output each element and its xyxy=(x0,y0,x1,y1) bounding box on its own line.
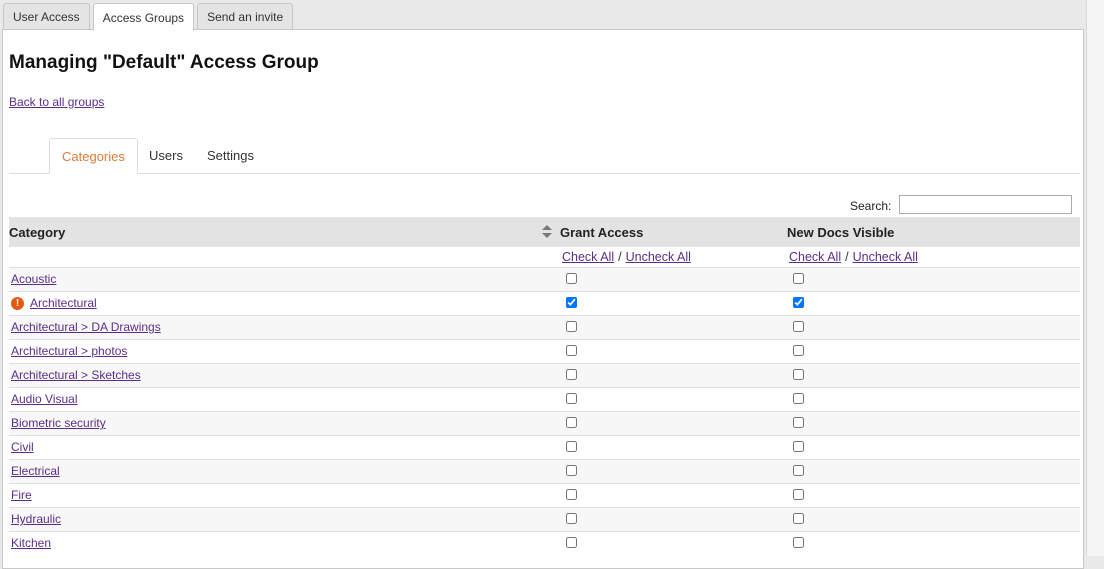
new-docs-visible-checkbox[interactable] xyxy=(793,393,804,404)
new-docs-visible-checkbox[interactable] xyxy=(793,537,804,548)
category-cell: Hydraulic xyxy=(11,512,61,526)
visible-check-all-link[interactable]: Check All xyxy=(789,250,841,264)
new-docs-visible-checkbox[interactable] xyxy=(793,489,804,500)
table-row: Electrical xyxy=(9,459,1080,483)
category-link[interactable]: Kitchen xyxy=(11,536,51,550)
grant-access-checkbox[interactable] xyxy=(566,369,577,380)
tab-users[interactable]: Users xyxy=(137,138,195,172)
table-row: Architectural > Sketches xyxy=(9,363,1080,387)
category-link[interactable]: Hydraulic xyxy=(11,512,61,526)
new-docs-visible-checkbox[interactable] xyxy=(793,345,804,356)
category-cell: Architectural > photos xyxy=(11,344,127,358)
category-table-body: Acoustic! Architectural Architectural > DA… xyxy=(9,267,1080,555)
link-separator: / xyxy=(845,250,849,264)
table-row: Architectural > DA Drawings xyxy=(9,315,1080,339)
grant-access-checkbox[interactable] xyxy=(566,393,577,404)
category-cell: Kitchen xyxy=(11,536,51,550)
category-link[interactable]: Biometric security xyxy=(11,416,106,430)
table-row: Hydraulic xyxy=(9,507,1080,531)
category-cell: Audio Visual xyxy=(11,392,78,406)
column-header-new-docs-visible: New Docs Visible xyxy=(787,225,895,240)
column-header-grant-access: Grant Access xyxy=(560,225,644,240)
inner-tab-bar: Categories Users Settings xyxy=(9,138,1080,174)
new-docs-visible-checkbox[interactable] xyxy=(793,273,804,284)
visible-uncheck-all-link[interactable]: Uncheck All xyxy=(853,250,918,264)
grant-uncheck-all-link[interactable]: Uncheck All xyxy=(626,250,691,264)
table-row: Audio Visual xyxy=(9,387,1080,411)
new-docs-visible-checkbox[interactable] xyxy=(793,465,804,476)
new-docs-visible-checkbox[interactable] xyxy=(793,417,804,428)
category-cell: Architectural > Sketches xyxy=(11,368,141,382)
new-docs-check-links: Check All / Uncheck All xyxy=(789,250,918,264)
sort-icon[interactable] xyxy=(542,225,552,239)
tab-settings[interactable]: Settings xyxy=(195,138,266,172)
category-cell: Fire xyxy=(11,488,32,502)
grant-access-check-links: Check All / Uncheck All xyxy=(562,250,691,264)
grant-access-checkbox[interactable] xyxy=(566,297,577,308)
page-title: Managing "Default" Access Group xyxy=(9,52,319,73)
table-row: Kitchen xyxy=(9,531,1080,555)
category-link[interactable]: Acoustic xyxy=(11,272,56,286)
grant-access-checkbox[interactable] xyxy=(566,345,577,356)
tab-access-groups[interactable]: Access Groups xyxy=(92,3,195,31)
new-docs-visible-checkbox[interactable] xyxy=(793,297,804,308)
warning-icon: ! xyxy=(11,296,24,310)
tab-categories[interactable]: Categories xyxy=(49,138,138,174)
category-link[interactable]: Architectural xyxy=(30,296,97,310)
category-cell: Electrical xyxy=(11,464,60,478)
link-separator: / xyxy=(618,250,622,264)
grant-access-checkbox[interactable] xyxy=(566,537,577,548)
category-link[interactable]: Architectural > Sketches xyxy=(11,368,141,382)
tab-send-invite[interactable]: Send an invite xyxy=(197,3,294,30)
grant-access-checkbox[interactable] xyxy=(566,465,577,476)
category-cell: Architectural > DA Drawings xyxy=(11,320,161,334)
content-panel: Managing "Default" Access Group Back to … xyxy=(2,29,1084,569)
table-row: Acoustic xyxy=(9,267,1080,291)
category-link[interactable]: Audio Visual xyxy=(11,392,78,406)
category-link[interactable]: Electrical xyxy=(11,464,60,478)
category-cell: ! Architectural xyxy=(11,296,97,310)
table-row: Civil xyxy=(9,435,1080,459)
grant-check-all-link[interactable]: Check All xyxy=(562,250,614,264)
grant-access-checkbox[interactable] xyxy=(566,441,577,452)
category-link[interactable]: Architectural > photos xyxy=(11,344,127,358)
search-input[interactable] xyxy=(899,195,1072,214)
new-docs-visible-checkbox[interactable] xyxy=(793,513,804,524)
table-header: Category Grant Access New Docs Visible xyxy=(9,217,1080,247)
new-docs-visible-checkbox[interactable] xyxy=(793,369,804,380)
category-cell: Civil xyxy=(11,440,34,454)
grant-access-checkbox[interactable] xyxy=(566,321,577,332)
grant-access-checkbox[interactable] xyxy=(566,273,577,284)
tab-user-access[interactable]: User Access xyxy=(3,3,90,30)
grant-access-checkbox[interactable] xyxy=(566,417,577,428)
table-row: Architectural > photos xyxy=(9,339,1080,363)
new-docs-visible-checkbox[interactable] xyxy=(793,441,804,452)
table-row: Fire xyxy=(9,483,1080,507)
search-label: Search: xyxy=(850,199,892,213)
category-cell: Biometric security xyxy=(11,416,106,430)
category-link[interactable]: Civil xyxy=(11,440,34,454)
right-gutter xyxy=(1086,0,1104,556)
table-row: Biometric security xyxy=(9,411,1080,435)
category-link[interactable]: Architectural > DA Drawings xyxy=(11,320,161,334)
grant-access-checkbox[interactable] xyxy=(566,489,577,500)
back-to-groups-link[interactable]: Back to all groups xyxy=(9,95,104,109)
category-cell: Acoustic xyxy=(11,272,56,286)
grant-access-checkbox[interactable] xyxy=(566,513,577,524)
table-row: ! Architectural xyxy=(9,291,1080,315)
outer-tab-bar: User Access Access Groups Send an invite xyxy=(3,3,294,31)
check-all-row: Check All / Uncheck All Check All / Uncheck … xyxy=(9,247,1080,267)
new-docs-visible-checkbox[interactable] xyxy=(793,321,804,332)
column-header-category[interactable]: Category xyxy=(9,225,65,240)
category-link[interactable]: Fire xyxy=(11,488,32,502)
